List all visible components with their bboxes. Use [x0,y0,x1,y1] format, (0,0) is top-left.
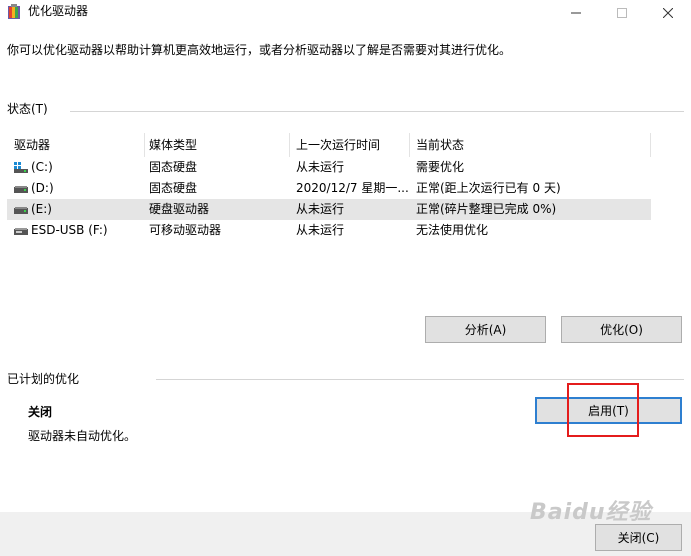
drive-name: (D:) [31,181,54,195]
schedule-description: 驱动器未自动优化。 [28,429,137,443]
svg-text:Baidu经验: Baidu经验 [530,499,654,525]
minimize-button[interactable] [553,0,599,26]
drive-name: (C:) [31,160,53,174]
column-header-media-type[interactable]: 媒体类型 [142,133,289,157]
current-status: 正常(距上次运行已有 0 天) [416,181,561,195]
current-status: 无法使用优化 [416,223,489,237]
last-run: 从未运行 [296,223,345,237]
maximize-button[interactable] [599,0,645,26]
drive-icon [14,186,28,193]
current-status: 正常(碎片整理已完成 0%) [416,202,557,216]
window-title: 优化驱动器 [28,4,89,18]
windows-drive-icon [14,162,28,173]
maximize-icon [617,8,627,18]
column-header-last-run[interactable]: 上一次运行时间 [289,133,409,157]
drive-icon [14,207,28,214]
drive-name: ESD-USB (F:) [31,223,108,237]
status-divider [70,111,684,112]
schedule-state: 关闭 [28,405,53,419]
column-header-drive[interactable]: 驱动器 [7,133,144,157]
schedule-section-label: 已计划的优化 [7,372,80,386]
table-row[interactable]: ESD-USB (F:) 可移动驱动器 从未运行 无法使用优化 [7,220,651,241]
close-icon [663,8,673,18]
last-run: 从未运行 [296,202,345,216]
media-type: 可移动驱动器 [149,223,222,237]
close-window-button[interactable] [645,0,691,26]
drive-table[interactable]: 驱动器 媒体类型 上一次运行时间 当前状态 (C:) 固态硬盘 从未运行 需要优… [7,133,651,295]
last-run: 2020/12/7 星期一... [296,181,408,195]
schedule-divider [156,379,684,380]
intro-text: 你可以优化驱动器以帮助计算机更高效地运行，或者分析驱动器以了解是否需要对其进行优… [7,43,512,57]
last-run: 从未运行 [296,160,345,174]
close-button[interactable]: 关闭(C) [595,524,682,551]
current-status: 需要优化 [416,160,465,174]
table-row[interactable]: (D:) 固态硬盘 2020/12/7 星期一... 正常(距上次运行已有 0 … [7,178,651,199]
usb-drive-icon [14,228,28,235]
media-type: 固态硬盘 [149,181,198,195]
media-type: 硬盘驱动器 [149,202,210,216]
title-bar: 优化驱动器 [0,0,691,30]
drive-name: (E:) [31,202,52,216]
table-row[interactable]: (C:) 固态硬盘 从未运行 需要优化 [7,157,651,178]
optimize-button[interactable]: 优化(O) [561,316,682,343]
defrag-app-icon [8,4,20,19]
baidu-watermark-logo: Baidu经验 [530,499,654,525]
baidu-watermark: Baidu经验 [530,495,690,525]
minimize-icon [571,12,581,14]
annotation-highlight-box [567,383,639,437]
table-header: 驱动器 媒体类型 上一次运行时间 当前状态 [7,133,651,157]
media-type: 固态硬盘 [149,160,198,174]
column-header-current-status[interactable]: 当前状态 [409,133,651,157]
analyze-button[interactable]: 分析(A) [425,316,546,343]
table-row-selected[interactable]: (E:) 硬盘驱动器 从未运行 正常(碎片整理已完成 0%) [7,199,651,220]
status-section-label: 状态(T) [7,102,48,116]
